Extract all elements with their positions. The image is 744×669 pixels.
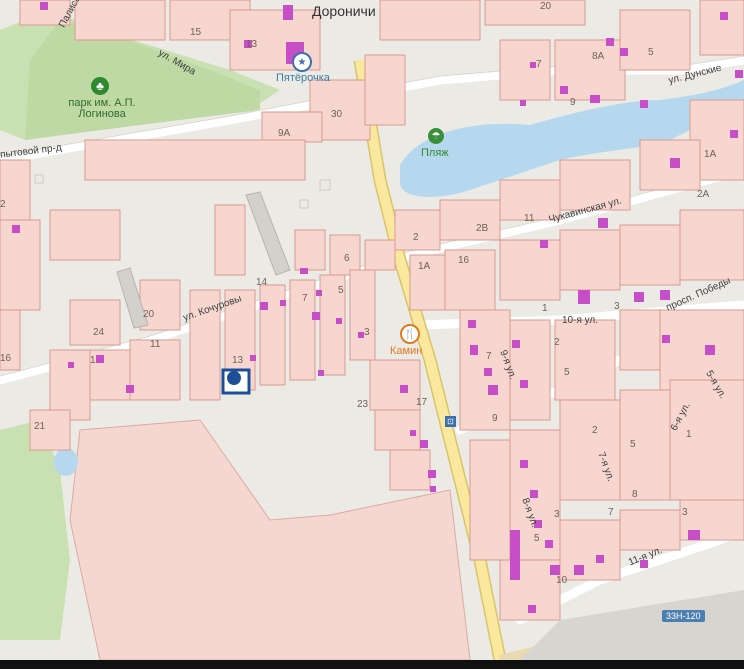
beach-label[interactable]: Пляж [421, 148, 449, 159]
house-number: 2В [476, 223, 489, 234]
house-number: 15 [190, 27, 202, 38]
house-number: 5 [534, 533, 540, 544]
house-number: 7 [486, 351, 492, 362]
house-number: 3 [614, 301, 620, 312]
road-number-badge: 33Н-120 [662, 610, 705, 622]
house-number: 5 [338, 285, 344, 296]
cafe-label[interactable]: Камин [390, 346, 422, 357]
house-number: 11 [150, 339, 161, 350]
restaurant-icon[interactable]: 🍴 [400, 324, 420, 344]
house-number: 14 [256, 277, 268, 288]
house-number: 3 [554, 509, 560, 520]
street-label-10: 10-я ул. [562, 315, 599, 326]
house-number: 5 [630, 439, 636, 450]
store-icon[interactable]: ★ [292, 52, 312, 72]
house-number: 7 [608, 507, 614, 518]
beach-umbrella-icon[interactable]: ☂ [428, 128, 444, 144]
house-number: 7 [302, 293, 308, 304]
house-number: 2 [0, 199, 6, 210]
house-number: 21 [34, 421, 46, 432]
house-number: 3 [364, 327, 370, 338]
map-canvas[interactable]: Дороничи ♣ парк им. А.П. Логинова ★ Пятё… [0, 0, 744, 669]
house-number: 3 [682, 507, 688, 518]
bottom-strip [0, 660, 744, 669]
house-number: 23 [357, 399, 369, 410]
house-number: 9 [570, 97, 576, 108]
house-number: 9 [492, 413, 498, 424]
house-number: 2 [592, 425, 598, 436]
park-label[interactable]: парк им. А.П. Логинова [64, 98, 140, 120]
house-number: 30 [331, 109, 343, 120]
house-number: 1 [90, 355, 96, 366]
house-number: 8 [632, 489, 638, 500]
house-number: 1А [704, 149, 717, 160]
house-number: 5 [564, 367, 570, 378]
house-number: 10 [556, 575, 568, 586]
house-number: 1А [418, 261, 431, 272]
house-number: 2 [554, 337, 560, 348]
house-number: 7 [536, 59, 542, 70]
house-number: 16 [0, 353, 12, 364]
village-label: Дороничи [312, 3, 376, 19]
house-number: 16 [458, 255, 470, 266]
house-number: 13 [246, 39, 258, 50]
house-number: 5 [648, 47, 654, 58]
house-number: 20 [143, 309, 155, 320]
house-number: 20 [540, 1, 552, 12]
tree-icon[interactable]: ♣ [91, 77, 109, 95]
house-number: 17 [416, 397, 428, 408]
house-number: 8А [592, 51, 605, 62]
house-number: 1 [542, 303, 548, 314]
store-label[interactable]: Пятёрочка [276, 73, 330, 84]
bus-stop-icon[interactable]: ⊡ [445, 416, 456, 427]
house-number: 2 [413, 232, 419, 243]
house-number: 24 [93, 327, 105, 338]
house-number: 9А [278, 128, 291, 139]
house-number: 6 [344, 253, 350, 264]
house-number: 13 [232, 355, 244, 366]
house-number: 11 [524, 213, 535, 224]
house-number: 2А [697, 189, 710, 200]
house-number: 1 [686, 429, 692, 440]
